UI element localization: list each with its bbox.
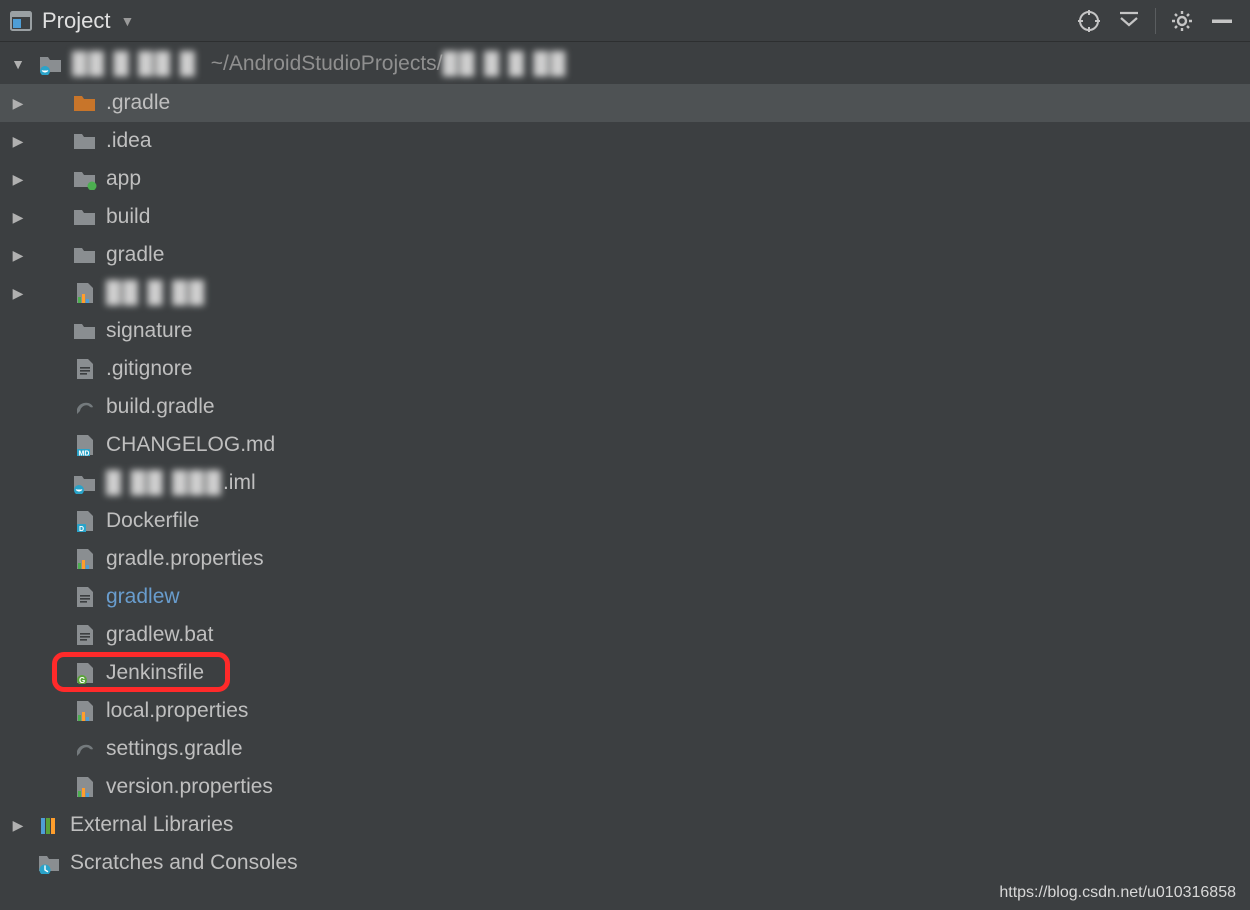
tree-item-label: CHANGELOG.md <box>106 433 275 457</box>
tree-item[interactable]: ▶ build <box>0 198 1250 236</box>
window-icon <box>10 11 32 31</box>
expand-arrow-icon[interactable]: ▶ <box>6 133 30 150</box>
tree-item-label: build.gradle <box>106 395 215 419</box>
module-icon <box>72 472 98 494</box>
watermark: https://blog.csdn.net/u010316858 <box>999 884 1236 902</box>
tree-item-label: local.properties <box>106 699 248 723</box>
toolbar-separator <box>1155 8 1156 34</box>
tree-item-label: gradle <box>106 243 164 267</box>
tree-item[interactable]: ▶build.gradle <box>0 388 1250 426</box>
tree-item[interactable]: ▶ gradle <box>0 236 1250 274</box>
tree-item-label: .gitignore <box>106 357 192 381</box>
external-libraries[interactable]: ▶ External Libraries <box>0 806 1250 844</box>
collapse-all-icon[interactable] <box>1109 1 1149 41</box>
tree-item[interactable]: ▶Jenkinsfile <box>0 654 1250 692</box>
chart-icon <box>72 776 98 798</box>
tree-item-label: gradlew.bat <box>106 623 213 647</box>
expand-arrow-icon[interactable]: ▶ <box>6 95 30 112</box>
tree-item-label: .idea <box>106 129 152 153</box>
expand-arrow-icon[interactable]: ▶ <box>6 285 30 302</box>
tree-item[interactable]: ▶signature <box>0 312 1250 350</box>
tree-item[interactable]: ▶gradlew <box>0 578 1250 616</box>
target-icon[interactable] <box>1069 1 1109 41</box>
expand-arrow-icon[interactable]: ▶ <box>6 171 30 188</box>
tree-item[interactable]: ▶ .idea <box>0 122 1250 160</box>
tree-item[interactable]: ▶gradlew.bat <box>0 616 1250 654</box>
text-file-icon <box>72 624 98 646</box>
tree-item[interactable]: ▶Dockerfile <box>0 502 1250 540</box>
tree-item-label: signature <box>106 319 192 343</box>
expand-arrow-icon[interactable]: ▶ <box>6 209 30 226</box>
text-file-icon <box>72 586 98 608</box>
folder-gray-icon <box>72 206 98 228</box>
root-path: ~/AndroidStudioProjects/██ █ █ ██ <box>211 52 568 76</box>
module-folder-icon <box>38 53 64 75</box>
groovy-icon <box>72 662 98 684</box>
libraries-icon <box>36 814 62 836</box>
tree-root[interactable]: ▼ ██ █ ██ █ ~/AndroidStudioProjects/██ █… <box>0 44 1250 84</box>
hide-icon[interactable] <box>1202 1 1242 41</box>
gear-icon[interactable] <box>1162 1 1202 41</box>
gradle-icon <box>72 396 98 418</box>
tree-item[interactable]: ▶settings.gradle <box>0 730 1250 768</box>
project-tree[interactable]: ▼ ██ █ ██ █ ~/AndroidStudioProjects/██ █… <box>0 42 1250 882</box>
expand-arrow-icon[interactable]: ▶ <box>6 817 30 834</box>
chart-icon <box>72 700 98 722</box>
tree-item[interactable]: ▶ app <box>0 160 1250 198</box>
tree-item-label: .gradle <box>106 91 170 115</box>
chart-icon <box>72 282 98 304</box>
panel-title: Project <box>42 8 110 34</box>
tree-item[interactable]: ▶█ ██ ███.iml <box>0 464 1250 502</box>
tree-item[interactable]: ▶CHANGELOG.md <box>0 426 1250 464</box>
folder-gray-icon <box>72 244 98 266</box>
root-name-redacted: ██ █ ██ █ <box>72 52 197 76</box>
panel-toolbar: Project ▼ <box>0 0 1250 42</box>
tree-item[interactable]: ▶.gitignore <box>0 350 1250 388</box>
tree-item-label: version.properties <box>106 775 273 799</box>
tree-item-label: .iml <box>223 471 256 495</box>
tree-item-label: gradle.properties <box>106 547 264 571</box>
chart-icon <box>72 548 98 570</box>
folder-gray-icon <box>72 130 98 152</box>
tree-item[interactable]: ▶ .gradle <box>0 84 1250 122</box>
docker-icon <box>72 510 98 532</box>
external-libraries-label: External Libraries <box>70 813 233 837</box>
redacted-text: █ ██ ███ <box>106 471 223 495</box>
md-icon <box>72 434 98 456</box>
tree-item[interactable]: ▶local.properties <box>0 692 1250 730</box>
folder-module-icon <box>72 168 98 190</box>
gradle-icon <box>72 738 98 760</box>
tree-item-label: Jenkinsfile <box>106 661 204 685</box>
tree-item[interactable]: ▶gradle.properties <box>0 540 1250 578</box>
folder-orange-icon <box>72 92 98 114</box>
scratches-label: Scratches and Consoles <box>70 851 298 875</box>
scratches-and-consoles[interactable]: ▶ Scratches and Consoles <box>0 844 1250 882</box>
expand-arrow-icon[interactable]: ▶ <box>6 247 30 264</box>
dropdown-arrow-icon[interactable]: ▼ <box>120 13 134 29</box>
tree-item-label: app <box>106 167 141 191</box>
redacted-text: ██ █ ██ <box>106 281 206 305</box>
expand-arrow-icon[interactable]: ▼ <box>6 56 30 72</box>
tree-item[interactable]: ▶ ██ █ ██ <box>0 274 1250 312</box>
scratches-icon <box>36 852 62 874</box>
tree-item-label: build <box>106 205 150 229</box>
text-file-icon <box>72 358 98 380</box>
tree-item-label: gradlew <box>106 585 180 609</box>
tree-item-label: Dockerfile <box>106 509 199 533</box>
tree-item[interactable]: ▶version.properties <box>0 768 1250 806</box>
folder-gray-icon <box>72 320 98 342</box>
tree-item-label: settings.gradle <box>106 737 243 761</box>
